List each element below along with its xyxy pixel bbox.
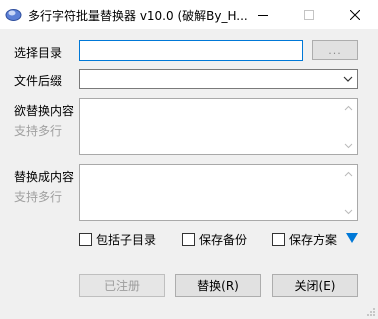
browse-button[interactable]: ... xyxy=(312,40,358,60)
maximize-icon xyxy=(304,9,314,20)
registered-button: 已注册 xyxy=(79,274,165,297)
maximize-button[interactable] xyxy=(286,0,332,29)
find-textarea[interactable] xyxy=(79,98,358,155)
ext-label: 文件后缀 xyxy=(14,74,63,88)
cloud-icon xyxy=(5,9,22,21)
resize-grip-icon[interactable] xyxy=(366,307,376,317)
chevron-down-icon[interactable] xyxy=(342,73,354,85)
find-hint: 支持多行 xyxy=(14,124,63,138)
minimize-icon xyxy=(258,14,268,16)
save-scheme-checkbox[interactable]: 保存方案 xyxy=(272,231,337,247)
find-scrollbar[interactable] xyxy=(340,99,357,154)
title-bar: 多行字符批量替换器 v10.0 (破解By_H... xyxy=(0,0,378,29)
replace-hint: 支持多行 xyxy=(14,190,63,204)
save-backup-label: 保存备份 xyxy=(199,232,248,247)
save-scheme-label: 保存方案 xyxy=(289,232,338,247)
checkbox-box[interactable] xyxy=(182,232,195,246)
scroll-down-icon[interactable] xyxy=(340,137,357,154)
replace-scrollbar[interactable] xyxy=(340,165,357,220)
close-window-button[interactable] xyxy=(332,0,378,29)
save-backup-checkbox[interactable]: 保存备份 xyxy=(182,231,247,247)
triangle-down-icon[interactable] xyxy=(346,233,358,243)
minimize-button[interactable] xyxy=(240,0,286,29)
replace-button[interactable]: 替换(R) xyxy=(175,274,261,297)
scroll-up-icon[interactable] xyxy=(340,99,357,116)
checkbox-box[interactable] xyxy=(79,232,92,246)
window-title: 多行字符批量替换器 v10.0 (破解By_H... xyxy=(28,9,248,23)
find-label: 欲替换内容 xyxy=(14,104,75,118)
include-subdirs-checkbox[interactable]: 包括子目录 xyxy=(79,231,156,247)
ext-combobox[interactable] xyxy=(79,69,358,89)
checkbox-box[interactable] xyxy=(272,232,285,246)
scroll-down-icon[interactable] xyxy=(340,203,357,220)
include-subdirs-label: 包括子目录 xyxy=(96,232,157,247)
close-button[interactable]: 关闭(E) xyxy=(272,274,358,297)
scroll-up-icon[interactable] xyxy=(340,165,357,182)
replace-textarea[interactable] xyxy=(79,164,358,221)
close-icon xyxy=(350,9,360,20)
dir-label: 选择目录 xyxy=(14,46,63,60)
replace-label: 替换成内容 xyxy=(14,170,75,184)
dir-input[interactable] xyxy=(79,40,303,61)
